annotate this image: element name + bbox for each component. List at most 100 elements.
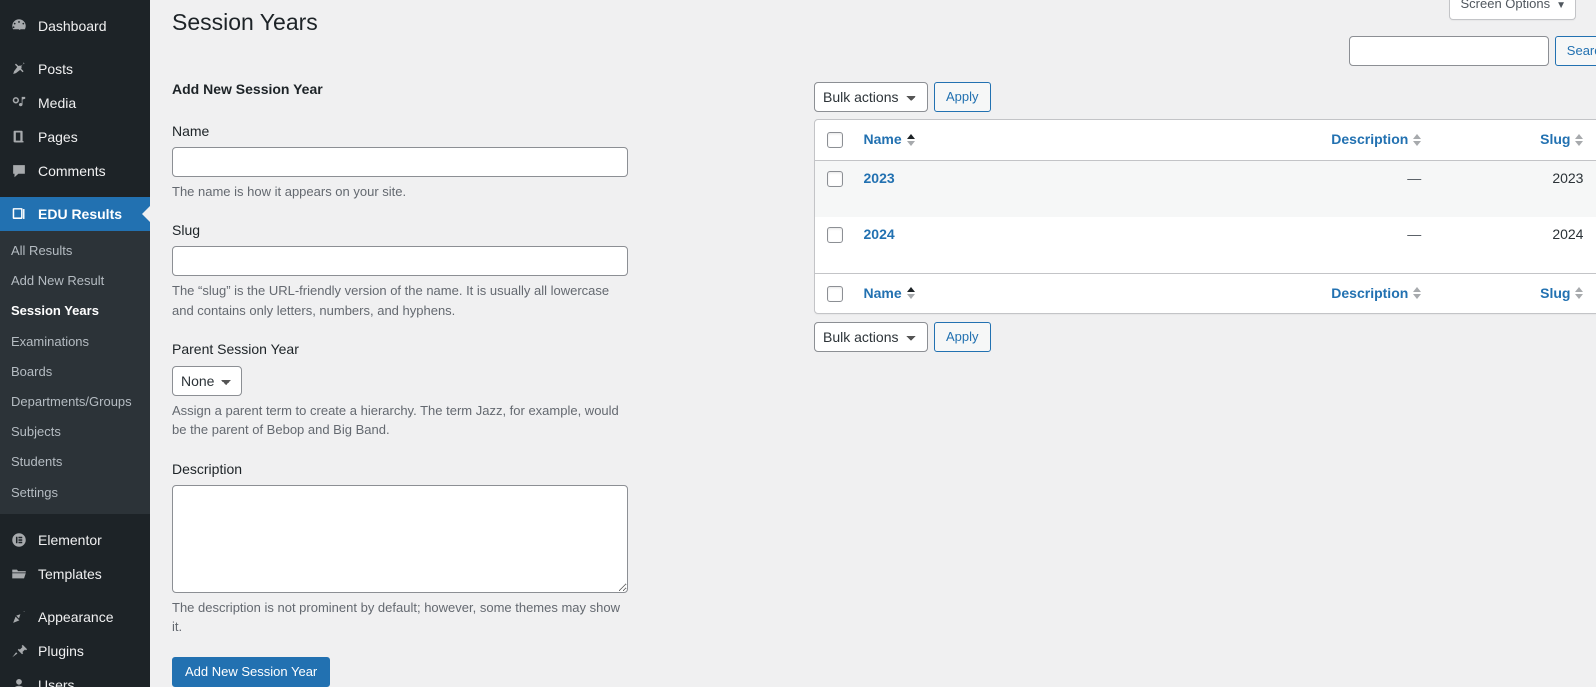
- sort-link-slug-footer[interactable]: Slug: [1540, 284, 1584, 304]
- description-label: Description: [172, 460, 243, 477]
- slug-input[interactable]: [172, 246, 628, 277]
- parent-select[interactable]: None: [172, 365, 242, 396]
- col-footer-name[interactable]: Name: [853, 272, 1158, 314]
- sidebar-item-edu-results[interactable]: EDU Results: [0, 197, 150, 231]
- tablenav-top: Bulk actions Apply 2 items: [814, 82, 1596, 112]
- sidebar-item-comments[interactable]: Comments: [0, 154, 150, 188]
- sidebar-subitem-examinations[interactable]: Examinations: [0, 327, 150, 357]
- dashboard-icon: [9, 16, 29, 36]
- sidebar-subitem-add-new-result[interactable]: Add New Result: [0, 266, 150, 296]
- add-new-session-year-button[interactable]: Add New Session Year: [172, 656, 331, 687]
- sidebar-subitem-subjects[interactable]: Subjects: [0, 417, 150, 447]
- chevron-down-icon: ▼: [1556, 0, 1566, 11]
- sidebar-item-pages[interactable]: Pages: [0, 120, 150, 154]
- screen-options-label: Screen Options: [1460, 0, 1551, 11]
- search-session-years-button[interactable]: Search Session Years: [1554, 36, 1596, 66]
- name-help-text: The name is how it appears on your site.: [172, 183, 407, 199]
- select-all-footer: [815, 272, 854, 314]
- col-footer-slug[interactable]: Slug: [1431, 272, 1594, 314]
- col-label-slug: Slug: [1540, 131, 1571, 147]
- select-all-checkbox[interactable]: [827, 132, 843, 149]
- row-select-cell: [815, 217, 854, 273]
- description-textarea[interactable]: [172, 484, 628, 593]
- row-select-cell: [815, 160, 854, 217]
- sidebar-item-users[interactable]: Users: [0, 668, 150, 687]
- apply-button-top[interactable]: Apply: [934, 82, 991, 112]
- sidebar-subitem-all-results[interactable]: All Results: [0, 236, 150, 266]
- sidebar-item-posts[interactable]: Posts: [0, 52, 150, 86]
- sidebar-subitem-session-years[interactable]: Session Years: [0, 296, 150, 326]
- sidebar-item-appearance[interactable]: Appearance: [0, 600, 150, 634]
- sidebar-subitem-settings[interactable]: Settings: [0, 478, 150, 508]
- slug-label: Slug: [172, 222, 201, 239]
- row-checkbox[interactable]: [827, 170, 843, 187]
- tablenav-bottom: Bulk actions Apply 2 items: [814, 322, 1596, 353]
- sidebar-item-label: Plugins: [38, 642, 84, 659]
- select-all-header: [815, 120, 854, 161]
- table-header-row: Name Description Slug: [815, 120, 1596, 161]
- sidebar-item-elementor[interactable]: Elementor: [0, 523, 150, 557]
- term-name-link[interactable]: 2024: [864, 226, 895, 242]
- sort-link-name-footer[interactable]: Name: [864, 284, 915, 304]
- session-years-table: Name Description Slug 2023 — 2023 2024 —…: [814, 119, 1596, 315]
- search-input[interactable]: [1348, 36, 1549, 66]
- name-input[interactable]: [172, 146, 628, 177]
- term-name-link[interactable]: 2023: [864, 170, 895, 186]
- row-description-cell: —: [1157, 160, 1432, 217]
- sort-indicator-icon: [1413, 287, 1422, 300]
- select-all-checkbox-footer[interactable]: [827, 285, 843, 302]
- sort-indicator-asc-icon: [906, 287, 915, 300]
- pages-icon: [9, 127, 29, 147]
- page-title: Session Years: [172, 9, 318, 35]
- sidebar-spacer-top: [0, 0, 150, 9]
- sidebar-subitem-departments-groups[interactable]: Departments/Groups: [0, 387, 150, 417]
- apply-button-bottom[interactable]: Apply: [934, 322, 991, 353]
- search-row: Search Session Years: [814, 36, 1596, 66]
- col-header-description[interactable]: Description: [1157, 120, 1432, 161]
- bulk-actions-select-top[interactable]: Bulk actions: [814, 82, 928, 112]
- slug-help-text: The “slug” is the URL-friendly version o…: [172, 283, 610, 318]
- screen-options-wrap: Screen Options ▼: [1449, 0, 1576, 21]
- col-label-description: Description: [1331, 131, 1409, 147]
- row-slug-cell: 2023: [1431, 160, 1594, 217]
- plug-icon: [9, 641, 29, 661]
- screen-options-button[interactable]: Screen Options ▼: [1449, 0, 1576, 21]
- sort-link-name[interactable]: Name: [864, 130, 915, 150]
- sort-link-description[interactable]: Description: [1331, 130, 1422, 150]
- table-head: Name Description Slug: [815, 120, 1596, 161]
- sidebar-item-label: Media: [38, 95, 77, 111]
- col-header-name[interactable]: Name: [853, 120, 1158, 161]
- sort-indicator-asc-icon: [906, 133, 915, 146]
- col-label-slug: Slug: [1540, 284, 1571, 301]
- sidebar-item-label: Pages: [38, 129, 78, 145]
- row-slug-cell: 2024: [1552, 225, 1584, 242]
- add-term-form: Add New Session Year Name The name is ho…: [172, 80, 630, 687]
- admin-sidebar: Dashboard Posts Media Pages Comments EDU…: [0, 0, 150, 687]
- sidebar-subitem-boards[interactable]: Boards: [0, 357, 150, 387]
- sidebar-item-templates[interactable]: Templates: [0, 557, 150, 591]
- sidebar-item-label: EDU Results: [38, 206, 123, 222]
- table-body: 2023 — 2023 2 2024: [815, 160, 1596, 273]
- book-icon: [9, 204, 29, 224]
- sidebar-item-plugins[interactable]: Plugins: [0, 634, 150, 668]
- form-heading: Add New Session Year: [172, 81, 323, 97]
- name-label: Name: [172, 122, 210, 139]
- row-description-cell: —: [1407, 225, 1422, 242]
- sort-link-slug[interactable]: Slug: [1540, 130, 1584, 150]
- sidebar-subitem-students[interactable]: Students: [0, 447, 150, 477]
- col-footer-description[interactable]: Description: [1157, 272, 1432, 314]
- bulk-actions-select-bottom[interactable]: Bulk actions: [814, 322, 928, 353]
- table-foot: Name Description Slug: [815, 272, 1596, 314]
- sidebar-item-label: Elementor: [38, 531, 102, 548]
- sidebar-item-media[interactable]: Media: [0, 86, 150, 120]
- sort-link-description-footer[interactable]: Description: [1331, 284, 1422, 304]
- row-name-cell: 2023: [853, 160, 1158, 217]
- row-name-cell: 2024: [854, 217, 1158, 273]
- col-label-name: Name: [863, 284, 902, 301]
- row-checkbox[interactable]: [827, 226, 843, 243]
- col-header-slug[interactable]: Slug: [1431, 120, 1594, 161]
- sidebar-submenu-edu-results: All Results Add New Result Session Years…: [0, 231, 150, 514]
- sidebar-item-dashboard[interactable]: Dashboard: [0, 9, 150, 43]
